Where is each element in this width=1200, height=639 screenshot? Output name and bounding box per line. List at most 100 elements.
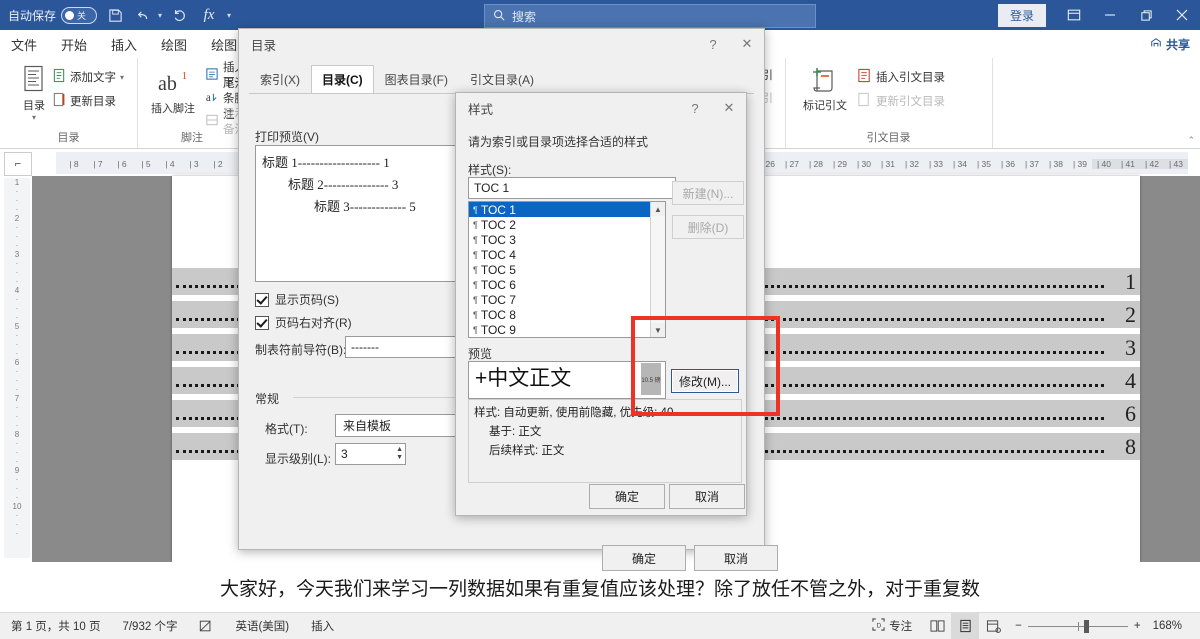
close-button[interactable] xyxy=(1164,0,1200,30)
zoom-slider-track[interactable] xyxy=(1028,626,1128,627)
style-list-item[interactable]: ¶TOC 4 xyxy=(469,247,665,262)
search-box[interactable]: 搜索 xyxy=(484,4,816,28)
print-layout-icon[interactable] xyxy=(951,613,979,639)
tab-stop-selector[interactable]: ⌐ xyxy=(4,152,32,176)
style-list-item[interactable]: ¶TOC 1 xyxy=(469,202,665,217)
update-toc-button[interactable]: 更新目录 xyxy=(52,90,116,112)
format-label: 格式(T): xyxy=(265,420,308,437)
vruler-dot: · xyxy=(4,223,30,232)
toc-page-number: 6 xyxy=(1108,401,1140,427)
tab-home[interactable]: 开始 xyxy=(50,31,98,58)
read-mode-icon[interactable] xyxy=(923,613,951,639)
vruler-dot: · xyxy=(4,511,30,520)
toc-dialog-ok-button[interactable]: 确定 xyxy=(602,545,686,571)
vruler-dot: · xyxy=(4,529,30,538)
ruler-tick: | 2 xyxy=(206,159,230,169)
show-notes-icon xyxy=(205,113,219,130)
vruler-dot: · xyxy=(4,349,30,358)
style-dialog-cancel-button[interactable]: 取消 xyxy=(669,484,745,509)
insert-citation-toc-icon xyxy=(857,68,872,86)
customize-qat-icon[interactable]: ▾ xyxy=(227,11,231,20)
style-list-item[interactable]: ¶TOC 7 xyxy=(469,292,665,307)
add-text-button[interactable]: 添加文字 ▾ xyxy=(52,66,124,88)
vruler-dot: · xyxy=(4,376,30,385)
save-icon[interactable] xyxy=(104,4,126,26)
insert-footnote-button[interactable]: ab1 插入脚注 xyxy=(143,66,203,116)
zoom-in-button[interactable]: + xyxy=(1134,620,1141,632)
show-page-numbers-checkbox[interactable]: 显示页码(S) xyxy=(255,291,339,308)
undo-dropdown-icon[interactable]: ▾ xyxy=(158,11,162,20)
right-align-page-numbers-checkbox[interactable]: 页码右对齐(R) xyxy=(255,314,352,331)
style-dialog-help-button[interactable]: ? xyxy=(678,93,712,123)
vruler-number: 6 xyxy=(4,358,30,367)
ribbon-display-options-icon[interactable] xyxy=(1056,0,1092,30)
style-list-item[interactable]: ¶TOC 6 xyxy=(469,277,665,292)
style-dialog[interactable]: 样式 ? ✕ 请为索引或目录项选择合适的样式 样式(S): TOC 1 ¶TOC… xyxy=(455,92,747,516)
style-list-item[interactable]: ¶TOC 3 xyxy=(469,232,665,247)
toc-button[interactable]: 目录 ▾ xyxy=(10,63,58,122)
update-citation-toc-label: 更新引文目录 xyxy=(876,93,945,109)
ribbon-group-citations: 标记引文 插入引文目录 更新引文目录 引文目录 xyxy=(785,58,993,148)
scroll-up-icon[interactable]: ▲ xyxy=(651,202,665,216)
autosave-control[interactable]: 自动保存 关 xyxy=(8,7,97,24)
word-count[interactable]: 7/932 个字 xyxy=(111,618,188,634)
zoom-out-button[interactable]: − xyxy=(1015,620,1022,632)
style-list-item[interactable]: ¶TOC 5 xyxy=(469,262,665,277)
toc-dialog-window-buttons: ? ✕ xyxy=(696,29,764,59)
insert-table-of-authorities-button[interactable]: 插入引文目录 xyxy=(857,66,945,88)
proofing-icon[interactable] xyxy=(188,619,224,633)
ruler-left-ticks: | 8 | 7 | 6 | 5 | 4 | 3 | 2 | 1 xyxy=(56,156,254,170)
collapse-ribbon-icon[interactable]: ⌃ xyxy=(1187,135,1195,146)
mark-citation-button[interactable]: 标记引文 xyxy=(797,63,853,113)
undo-icon[interactable] xyxy=(133,4,155,26)
toc-dialog-cancel-button[interactable]: 取消 xyxy=(694,545,778,571)
dialog-tab-authorities[interactable]: 引文目录(A) xyxy=(459,65,545,94)
dialog-tab-figures[interactable]: 图表目录(F) xyxy=(374,65,459,94)
share-button[interactable]: 共享 xyxy=(1150,36,1190,53)
vertical-ruler[interactable]: 1···2···3···4···5···6···7···8···9···10··… xyxy=(4,178,30,558)
dialog-tab-index[interactable]: 索引(X) xyxy=(249,65,311,94)
tab-file[interactable]: 文件 xyxy=(0,31,48,58)
autosave-toggle[interactable]: 关 xyxy=(61,7,97,24)
vruler-number: 2 xyxy=(4,214,30,223)
ruler-tick: | 37 xyxy=(1020,159,1044,169)
style-dialog-ok-button[interactable]: 确定 xyxy=(589,484,665,509)
formula-icon[interactable]: fx xyxy=(198,4,220,26)
page-indicator[interactable]: 第 1 页，共 10 页 xyxy=(0,618,111,634)
vruler-number: 5 xyxy=(4,322,30,331)
web-layout-icon[interactable] xyxy=(979,613,1007,639)
dialog-tab-toc[interactable]: 目录(C) xyxy=(311,65,374,94)
ruler-tick: | 6 xyxy=(110,159,134,169)
insert-mode-indicator[interactable]: 插入 xyxy=(300,618,345,634)
language-indicator[interactable]: 英语(美国) xyxy=(224,618,300,634)
zoom-slider-group[interactable]: − + 168% xyxy=(1007,620,1200,632)
next-footnote-icon: a xyxy=(205,90,219,107)
ruler-tick: | 8 xyxy=(62,159,86,169)
tab-draw[interactable]: 绘图 xyxy=(150,31,198,58)
toc-dialog-close-button[interactable]: ✕ xyxy=(730,29,764,59)
add-text-dropdown-icon[interactable]: ▾ xyxy=(120,73,124,82)
minimize-button[interactable] xyxy=(1092,0,1128,30)
focus-mode-button[interactable]: D 专注 xyxy=(861,618,923,634)
style-name-input[interactable]: TOC 1 xyxy=(468,177,676,199)
zoom-level-label[interactable]: 168% xyxy=(1147,620,1192,632)
paragraph-mark-icon: ¶ xyxy=(473,310,478,320)
autosave-state-label: 关 xyxy=(77,9,86,22)
show-levels-arrows[interactable]: ▲ ▼ xyxy=(396,445,403,463)
toc-dropdown-icon[interactable]: ▾ xyxy=(32,113,36,122)
spinner-up-icon[interactable]: ▲ xyxy=(396,446,403,454)
tab-leader-combo[interactable]: ------- xyxy=(345,336,467,358)
tab-insert[interactable]: 插入 xyxy=(100,31,148,58)
zoom-slider-thumb[interactable] xyxy=(1084,620,1089,633)
style-list-item[interactable]: ¶TOC 2 xyxy=(469,217,665,232)
restore-button[interactable] xyxy=(1128,0,1164,30)
spinner-down-icon[interactable]: ▼ xyxy=(396,454,403,462)
toc-dialog-help-button[interactable]: ? xyxy=(696,29,730,59)
format-select[interactable]: 来自模板 ▾ xyxy=(335,414,468,437)
redo-icon[interactable] xyxy=(169,4,191,26)
show-levels-spinner[interactable]: 3 ▲ ▼ xyxy=(335,443,406,465)
style-dialog-close-button[interactable]: ✕ xyxy=(712,93,746,123)
vruler-dot: · xyxy=(4,385,30,394)
login-button[interactable]: 登录 xyxy=(998,4,1046,27)
delete-style-button: 删除(D) xyxy=(672,215,744,239)
